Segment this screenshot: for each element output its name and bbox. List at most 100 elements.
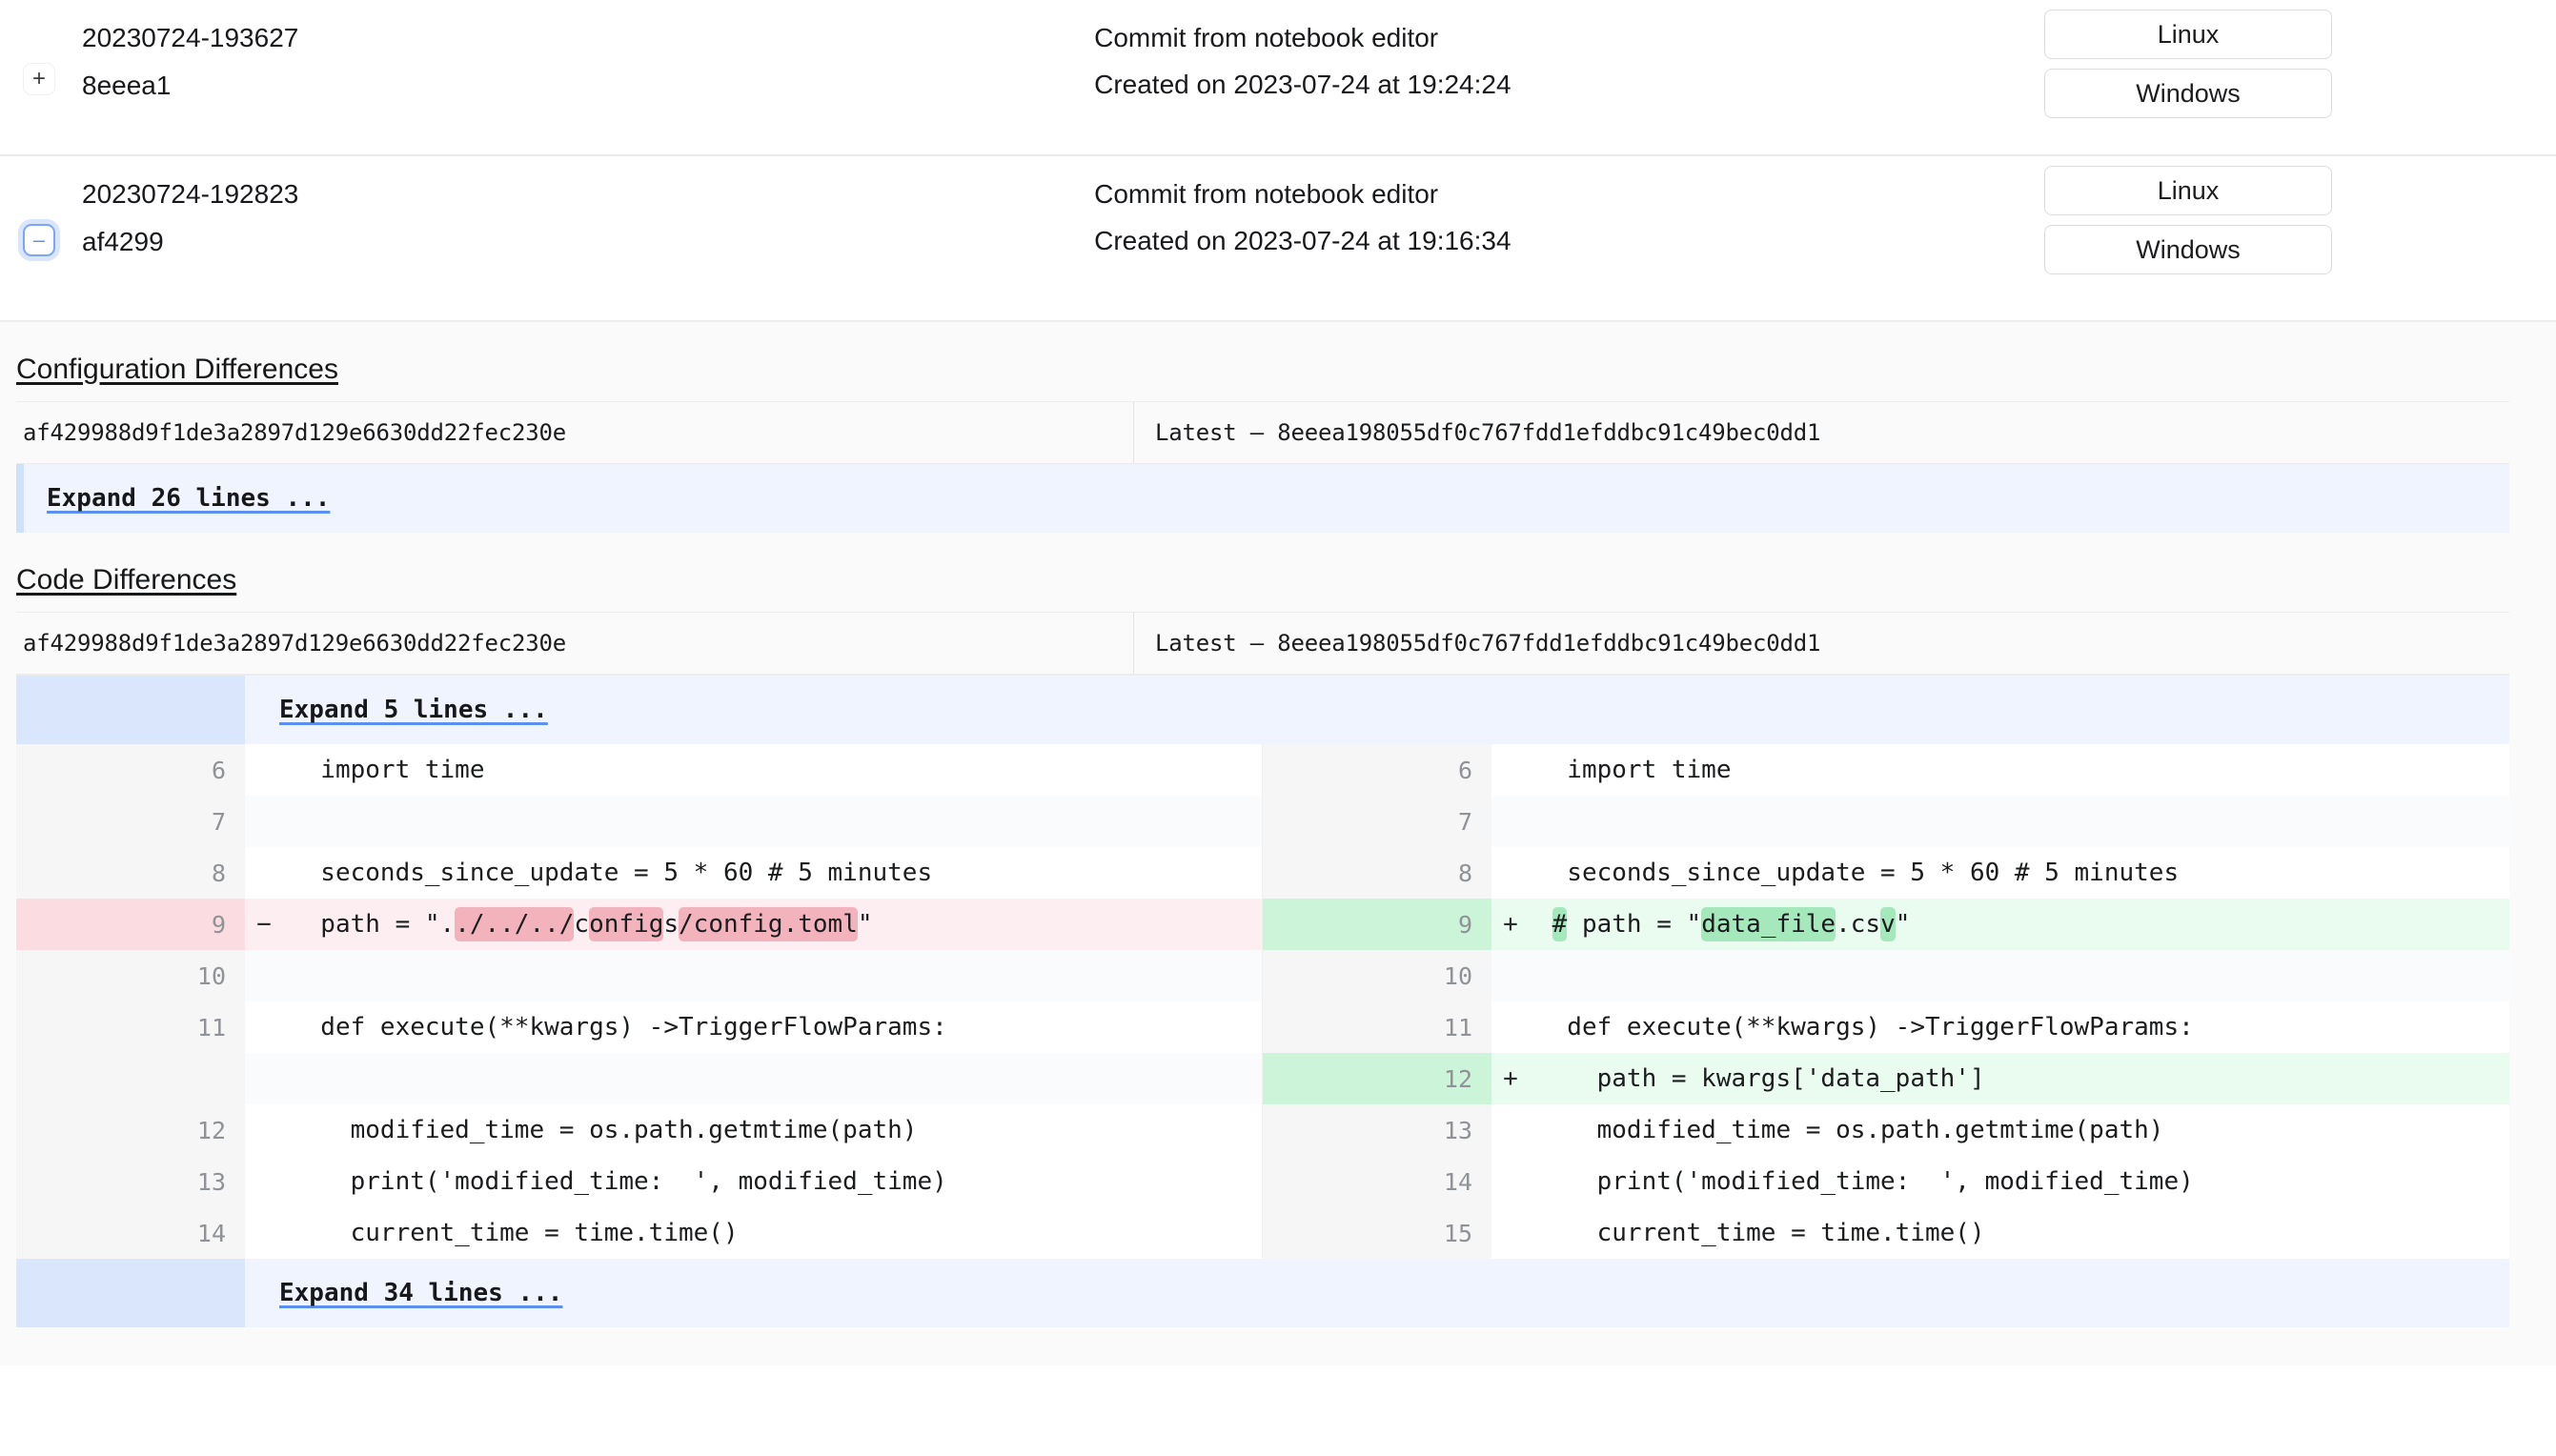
minus-icon[interactable]: – [23,224,55,256]
diff-line: 12 + path = kwargs['data_path'] [16,1053,2509,1104]
code-segment: path = ". [291,910,456,939]
linux-button[interactable]: Linux [2044,166,2332,215]
linux-button[interactable]: Linux [2044,10,2332,59]
code-segment: " [857,910,873,939]
word-del: /config.toml [679,907,858,941]
line-number: 13 [16,1156,245,1207]
diff-marker [1491,1001,1530,1053]
diff-marker [1491,950,1530,1001]
diff-pane-left: 6 import time [16,744,1263,796]
diff-pane-left: 10 [16,950,1263,1001]
diff-marker [245,1053,283,1104]
commit-name: 20230724-192823 [82,179,299,209]
line-number: 12 [1263,1053,1491,1104]
config-right-hash: Latest – 8eeea198055df0c767fdd1efddbc91c… [1155,419,1821,446]
code-text: modified_time = os.path.getmtime(path) [283,1104,1262,1156]
word-del: ./../../ [455,907,575,941]
diff-rows: 6 import time 6 import time 7 7 8 seconds_si… [16,744,2509,1259]
code-text [283,1053,1262,1104]
diff-marker: + [1491,1053,1530,1104]
windows-button[interactable]: Windows [2044,225,2332,274]
diff-marker [1491,796,1530,847]
line-number: 11 [16,1001,245,1053]
code-text: def execute(**kwargs) ->TriggerFlowParam… [1530,1001,2509,1053]
diff-pane-right: 6 import time [1263,744,2509,796]
line-number: 14 [1263,1156,1491,1207]
code-right-hash: Latest – 8eeea198055df0c767fdd1efddbc91c… [1155,630,1821,657]
expand-body[interactable]: Expand 5 lines ... [245,676,2509,744]
code-segment: print('modified_time: ', modified_time) [291,1167,947,1196]
diff-pane-right: 12 + path = kwargs['data_path'] [1263,1053,2509,1104]
diff-pane-left [16,1053,1263,1104]
code-segment: path = " [1567,910,1702,939]
commit-created: Created on 2023-07-24 at 19:16:34 [1094,226,1511,256]
diff-pane-right: 7 [1263,796,2509,847]
diff-line: 8 seconds_since_update = 5 * 60 # 5 minu… [16,847,2509,899]
code-text: # path = " data_file. c s v " [1530,899,2509,950]
expand-gutter [16,1259,245,1327]
code-segment: c [1850,910,1866,939]
word-add: data_file [1701,907,1836,941]
code-expand-bottom-link[interactable]: Expand 34 lines ... [279,1279,562,1307]
code-text [283,796,1262,847]
code-segment: current_time = time.time() [291,1219,739,1247]
code-text [283,950,1262,1001]
code-text: seconds_since_update = 5 * 60 # 5 minute… [283,847,1262,899]
diff-line: 13 print('modified_time: ', modified_tim… [16,1156,2509,1207]
code-segment: seconds_since_update = 5 * 60 # 5 minute… [291,859,933,887]
commit-toggle-cell: + [17,59,61,95]
diff-pane-right: 11 def execute(**kwargs) ->TriggerFlowPa… [1263,1001,2509,1053]
line-number: 13 [1263,1104,1491,1156]
config-expand-link[interactable]: Expand 26 lines ... [47,484,330,513]
plus-icon[interactable]: + [23,63,55,95]
commit-short-hash: 8eeea1 [82,71,172,101]
line-number [16,1053,245,1104]
diff-line: 12 modified_time = os.path.getmtime(path… [16,1104,2509,1156]
diff-marker [245,1104,283,1156]
diff-pane-left: 14 current_time = time.time() [16,1207,1263,1259]
config-diff-header: Configuration Differences [0,322,2556,401]
code-segment: path = kwargs['data_path'] [1537,1064,1985,1093]
commit-row: – 20230724-192823 af4299 Commit from not… [0,156,2556,322]
diff-pane-right: 10 [1263,950,2509,1001]
diff-pane-right: 9 + # path = " data_file. c s v " [1263,899,2509,950]
line-number: 6 [1263,744,1491,796]
code-text: seconds_since_update = 5 * 60 # 5 minute… [1530,847,2509,899]
diff-pane-left: 13 print('modified_time: ', modified_tim… [16,1156,1263,1207]
diff-marker [1491,1207,1530,1259]
diff-marker [245,796,283,847]
line-number: 10 [1263,950,1491,1001]
commit-name: 20230724-193627 [82,23,299,52]
diff-marker: − [245,899,283,950]
config-expand-row[interactable]: Expand 26 lines ... [16,464,2509,533]
commit-row: + 20230724-193627 8eeea1 Commit from not… [0,0,2556,156]
windows-button[interactable]: Windows [2044,69,2332,118]
line-number: 8 [16,847,245,899]
diff-pane-left: 9− path = ". ./../../c onfig s/config.toml " [16,899,1263,950]
diff-marker [245,1156,283,1207]
commit-created: Created on 2023-07-24 at 19:24:24 [1094,70,1511,100]
line-number: 15 [1263,1207,1491,1259]
expand-body[interactable]: Expand 34 lines ... [245,1259,2509,1327]
diff-area: Configuration Differences af429988d9f1de… [0,322,2556,1365]
diff-pane-right: 13 modified_time = os.path.getmtime(path… [1263,1104,2509,1156]
commit-identity: 20230724-192823 af4299 [61,156,1094,260]
commit-actions: Linux Windows [2044,156,2556,274]
code-expand-top-row[interactable]: Expand 5 lines ... [16,676,2509,744]
diff-marker [1491,744,1530,796]
code-expand-top-link[interactable]: Expand 5 lines ... [279,696,548,724]
line-number: 12 [16,1104,245,1156]
code-expand-bottom-row[interactable]: Expand 34 lines ... [16,1259,2509,1327]
commit-identity: 20230724-193627 8eeea1 [61,0,1094,104]
config-differences-title: Configuration Differences [16,354,338,385]
config-right-hash-cell: Latest – 8eeea198055df0c767fdd1efddbc91c… [1134,402,2509,463]
commit-actions: Linux Windows [2044,0,2556,118]
code-text: current_time = time.time() [283,1207,1262,1259]
code-segment: current_time = time.time() [1537,1219,1985,1247]
diff-line: 11 def execute(**kwargs) ->TriggerFlowPa… [16,1001,2509,1053]
page-bottom-filler [0,1327,2556,1365]
code-diff-header: Code Differences [0,533,2556,612]
code-text [1530,950,2509,1001]
code-text: path = kwargs['data_path'] [1530,1053,2509,1104]
code-right-hash-cell: Latest – 8eeea198055df0c767fdd1efddbc91c… [1134,613,2509,674]
